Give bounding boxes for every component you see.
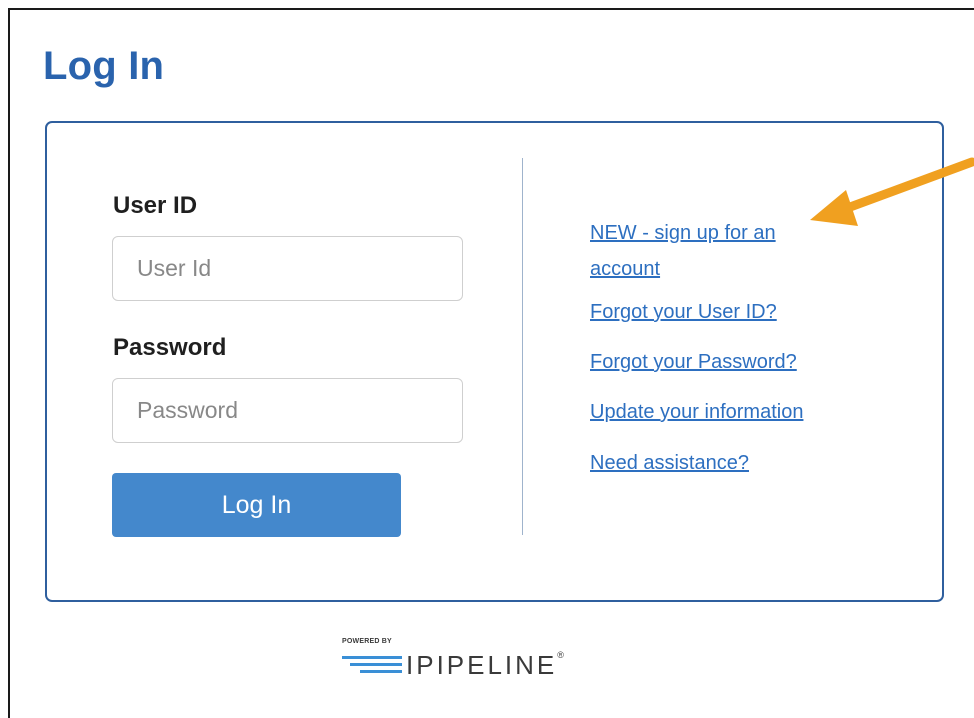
user-id-input[interactable] — [112, 236, 463, 301]
ipipeline-logo: POWERED BY IPIPELINE® — [342, 638, 602, 686]
forgot-user-id-link[interactable]: Forgot your User ID? — [590, 294, 777, 330]
panel-divider — [522, 158, 523, 535]
signup-link[interactable]: NEW - sign up for an account — [590, 215, 776, 287]
registered-mark: ® — [557, 650, 564, 660]
page-title: Log In — [43, 44, 165, 88]
brand-wordmark: IPIPELINE — [406, 650, 558, 680]
update-information-link[interactable]: Update your information — [590, 394, 803, 430]
login-button[interactable]: Log In — [112, 473, 401, 537]
user-id-label: User ID — [113, 192, 198, 219]
powered-by-label: POWERED BY — [342, 638, 392, 645]
brand-name: IPIPELINE® — [406, 650, 564, 681]
signup-link-line1: NEW - sign up for an — [590, 222, 776, 244]
pipeline-stripes-icon — [342, 656, 402, 673]
need-assistance-link[interactable]: Need assistance? — [590, 445, 749, 481]
forgot-password-link[interactable]: Forgot your Password? — [590, 344, 797, 380]
password-label: Password — [113, 334, 227, 361]
signup-link-line2: account — [590, 258, 661, 280]
password-input[interactable] — [112, 378, 463, 443]
arrow-icon — [810, 157, 974, 226]
